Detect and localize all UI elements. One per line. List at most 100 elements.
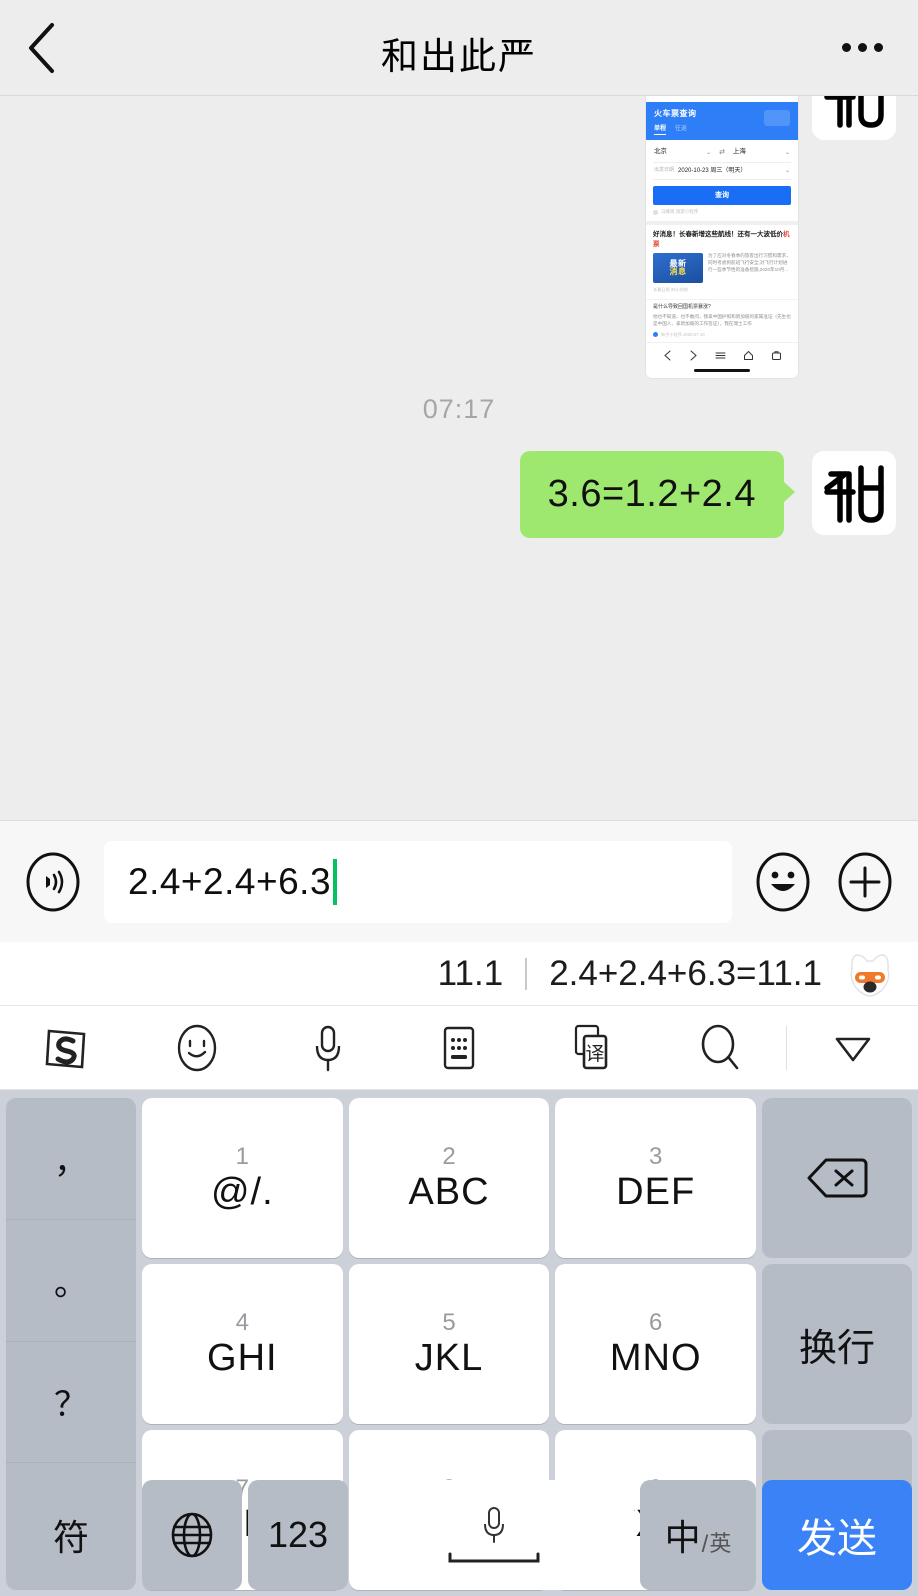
message-row-outgoing: 3.6=1.2+2.4 [0, 450, 918, 538]
message-text-input[interactable]: 2.4+2.4+6.3 [104, 840, 732, 923]
translate-button[interactable]: 译 [524, 1022, 655, 1074]
space-key[interactable] [354, 1480, 634, 1590]
more-horizontal-icon [841, 43, 851, 52]
key-question[interactable]: ？ [6, 1342, 136, 1464]
more-functions-button[interactable] [834, 851, 896, 913]
screenshot-tab[interactable]: 用户 [710, 96, 722, 98]
microphone-icon [315, 1025, 340, 1071]
newline-key[interactable]: 换行 [762, 1264, 912, 1424]
screenshot-news-headline: 好消息！长春新增这些航线！还有一大波低价机票 [653, 230, 791, 249]
date-value: 2020-10-23 周三（明天） [678, 167, 747, 174]
key-2[interactable]: 2 ABC [348, 1098, 550, 1258]
calc-result[interactable]: 11.1 [438, 954, 504, 994]
key-number: 2 [442, 1143, 456, 1170]
sogou-fox-icon[interactable] [844, 948, 896, 1000]
shared-screenshot-image[interactable]: 19:00 火车票 搜索 综合 资讯 视频 [646, 96, 798, 378]
lang-slash: / [701, 1531, 709, 1558]
key-letters: @/. [210, 1171, 274, 1213]
trip-tab-roundtrip[interactable]: 往返 [675, 125, 687, 135]
headline-text-tail: 暴涨? [698, 303, 711, 310]
more-horizontal-icon [873, 43, 883, 52]
source-text: 马蜂窝 旅游小程序 [661, 209, 699, 215]
keyboard-toolbar: 译 [0, 1006, 918, 1090]
key-3[interactable]: 3 DEF [555, 1098, 757, 1258]
avatar[interactable] [812, 450, 896, 535]
lang-zh: 中 [664, 1517, 701, 1558]
key-4[interactable]: 4 GHI [142, 1264, 343, 1424]
calc-expression[interactable]: 2.4+2.4+6.3=11.1 [549, 954, 822, 994]
chat-screen: 和出此严 最新 消息 为了应对冬春季的旅客出行习惯和需求，同时考虑到航班飞行安全… [0, 0, 918, 1596]
home-icon [743, 350, 754, 364]
voice-input-toolbar-button[interactable] [262, 1022, 393, 1074]
screenshot-tab[interactable]: 小 [754, 96, 760, 98]
source-text: 知乎小程序 2020-07-10 [661, 331, 705, 337]
chat-bubble-outgoing[interactable]: 3.6=1.2+2.4 [519, 450, 796, 538]
emoji-panel-button[interactable] [131, 1022, 262, 1074]
key-1[interactable]: 1 @/. [142, 1098, 343, 1258]
screenshot-city-row[interactable]: 北京 ⌄ ⇄ 上海 ⌄ [653, 144, 791, 163]
avatar-he-glyph [824, 464, 884, 523]
message-list[interactable]: 最新 消息 为了应对冬春季的旅客出行习惯和需求，同时考虑到航班飞行安全,对飞行计… [0, 96, 918, 820]
thumb-line-2: 消息 [669, 266, 687, 276]
chevron-down-icon: ⌄ [706, 149, 712, 156]
key-number: 4 [235, 1309, 250, 1336]
screenshot-news-block-2[interactable]: 是什么导致回国机票暴涨? 他也不知道、也不敢问，我拿中国护照和新加坡的家属准证（… [646, 298, 798, 343]
backspace-key[interactable] [762, 1098, 912, 1258]
screenshot-card-tabs[interactable]: 单程 往返 [654, 125, 790, 136]
key-comma[interactable]: ， [6, 1098, 136, 1220]
screenshot-train-form: 北京 ⌄ ⇄ 上海 ⌄ 出发日期 2020-10-23 周三（明天） ⌄ 查询 马蜂… [646, 140, 798, 222]
chevron-left-icon [26, 22, 56, 74]
chinese-english-toggle-key[interactable]: 中 / 英 [640, 1480, 756, 1590]
symbols-key[interactable]: 符 [6, 1480, 136, 1590]
lang-label: 中 / 英 [665, 1509, 732, 1561]
trip-tab-oneway[interactable]: 单程 [654, 125, 667, 136]
send-button[interactable]: 发送 [762, 1480, 912, 1590]
screenshot-tab[interactable]: 资讯 [672, 96, 684, 98]
message-row: 19:00 火车票 搜索 综合 资讯 视频 [0, 96, 918, 378]
sogou-logo-button[interactable] [0, 1022, 131, 1074]
avatar[interactable] [812, 96, 896, 140]
translate-glyph: 译 [585, 1043, 604, 1065]
voice-wave-icon [26, 852, 80, 911]
calc-divider [525, 957, 528, 990]
keyboard-layout-button[interactable] [393, 1022, 524, 1074]
screenshot-train-card-header: 火车票查询 单程 往返 [646, 102, 798, 141]
message-timestamp: 07:17 [422, 393, 496, 424]
swap-icon[interactable]: ⇄ [719, 148, 725, 157]
decorative-blob [764, 110, 790, 127]
lang-en: 英 [709, 1531, 732, 1556]
key-number: 6 [649, 1309, 663, 1336]
voice-input-button[interactable] [22, 851, 84, 913]
headline-text: 是什么导致回国 [653, 303, 689, 310]
key-number: 1 [235, 1143, 250, 1170]
key-letters: GHI [207, 1337, 278, 1379]
screenshot-date-row[interactable]: 出发日期 2020-10-23 周三（明天） ⌄ [653, 163, 791, 180]
from-city-value: 北京 [654, 148, 667, 156]
key-letters: DEF [616, 1171, 696, 1213]
screenshot-news-thumbnail: 最新 消息 [653, 252, 703, 283]
screenshot-news-block[interactable]: 好消息！长春新增这些航线！还有一大波低价机票 最新 消息 为了应对冬春季的旅客出… [646, 225, 798, 299]
screenshot-tab[interactable]: 小程序 [729, 96, 747, 98]
numeric-keypad-key[interactable]: 123 [248, 1480, 348, 1590]
calculation-suggestion-bar[interactable]: 11.1 2.4+2.4+6.3=11.1 [0, 942, 918, 1006]
backspace-icon [807, 1158, 868, 1198]
chevron-down-icon: ⌄ [784, 149, 790, 156]
microphone-icon [484, 1507, 504, 1543]
key-5[interactable]: 5 JKL [348, 1264, 550, 1424]
back-icon [663, 350, 672, 364]
key-period[interactable]: 。 [6, 1220, 136, 1342]
language-switch-key[interactable] [142, 1480, 242, 1590]
screenshot-tab[interactable]: 视频 [691, 96, 703, 98]
back-button[interactable] [26, 18, 78, 78]
collapse-keyboard-button[interactable] [787, 1022, 918, 1074]
keyboard-panel-icon [443, 1026, 474, 1069]
forward-icon [689, 350, 698, 364]
screenshot-query-button[interactable]: 查询 [653, 185, 791, 206]
search-button[interactable] [655, 1022, 786, 1074]
menu-icon [715, 350, 726, 364]
key-6[interactable]: 6 MNO [555, 1264, 757, 1424]
emoji-button[interactable] [752, 851, 814, 913]
more-options-button[interactable] [832, 18, 892, 78]
keypad-row: 1 @/. 2 ABC 3 DEF [142, 1098, 757, 1258]
screenshot-tab[interactable]: 综合 [653, 96, 665, 98]
